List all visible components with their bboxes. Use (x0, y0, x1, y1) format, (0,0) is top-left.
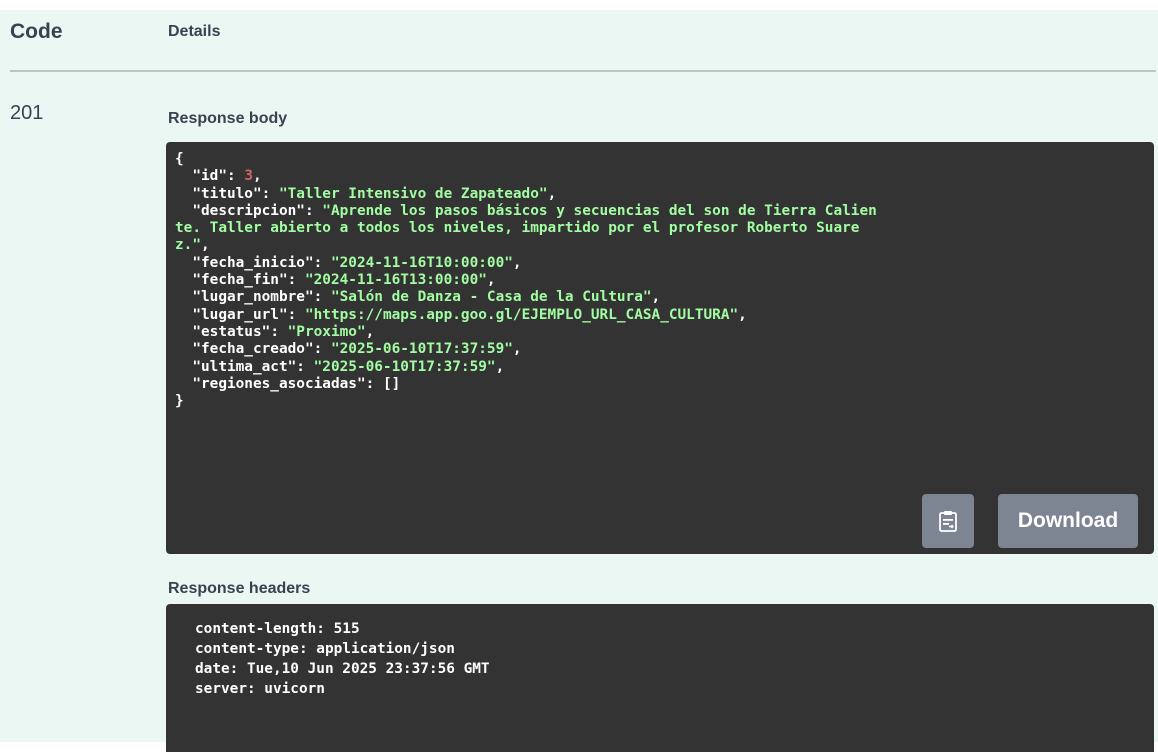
json-comma: , (738, 306, 747, 323)
json-key: "descripcion" (192, 202, 305, 219)
json-separator: : (226, 168, 245, 185)
response-status-code: 201 (10, 102, 44, 124)
response-body[interactable]: { "id": 3, "titulo": "Taller Intensivo d… (166, 142, 1154, 554)
json-comma: , (512, 341, 522, 358)
responses-table: Code Details 201 Response body { "id": 3… (0, 10, 1158, 752)
json-separator: : (287, 272, 305, 289)
response-headers-title: Response headers (168, 580, 311, 597)
json-separator: : (261, 185, 279, 202)
json-value: "Taller Intensivo de Zapateado" (278, 185, 548, 202)
clipboard-icon (939, 511, 957, 532)
json-key: "regiones_asociadas" (192, 375, 366, 392)
response-header-line: content-length: 515 (195, 621, 360, 637)
json-value: "2025-06-10T17:37:59" (313, 358, 496, 375)
json-comma: , (547, 185, 557, 202)
json-value: "2024-11-16T10:00:00" (330, 254, 513, 271)
response-header-line: date: Tue,10 Jun 2025 23:37:56 GMT (195, 661, 490, 677)
json-key: "lugar_url" (192, 306, 288, 323)
header-divider (10, 70, 1156, 72)
json-key: "lugar_nombre" (192, 289, 314, 306)
json-value: "2025-06-10T17:37:59" (330, 341, 513, 358)
response-headers[interactable]: content-length: 515 content-type: applic… (166, 604, 1154, 752)
json-key: "fecha_fin" (192, 272, 288, 289)
json-separator: : (365, 375, 383, 392)
response-header-line: server: uvicorn (195, 681, 325, 697)
json-value: "2024-11-16T13:00:00" (304, 272, 487, 289)
response-headers-code[interactable]: content-length: 515 content-type: applic… (195, 619, 1154, 699)
json-value: "Proximo" (287, 323, 366, 340)
json-comma: , (651, 289, 661, 306)
json-separator: : (313, 341, 331, 358)
code-column-header: Code (10, 20, 63, 43)
json-separator: : (304, 202, 323, 219)
json-separator: : (313, 254, 331, 271)
json-value: "https://maps.app.goo.gl/EJEMPLO_URL_CAS… (304, 306, 739, 323)
response-header-line: content-type: application/json (195, 641, 455, 657)
json-comma: , (486, 272, 496, 289)
json-key: "fecha_creado" (192, 341, 314, 358)
json-separator: : (287, 306, 305, 323)
json-comma: , (201, 237, 210, 254)
json-separator: : (270, 323, 288, 340)
json-key: "titulo" (192, 185, 262, 202)
json-key: "estatus" (192, 323, 271, 340)
copy-to-clipboard-button[interactable] (922, 494, 974, 548)
json-separator: : (296, 358, 314, 375)
json-comma: , (495, 358, 505, 375)
json-value: 3 (244, 168, 253, 185)
download-button[interactable]: Download (998, 494, 1138, 548)
json-comma: , (365, 323, 375, 340)
details-column-header: Details (168, 23, 221, 40)
json-open-brace: { (175, 151, 184, 167)
response-body-code[interactable]: { "id": 3, "titulo": "Taller Intensivo d… (175, 151, 1154, 410)
json-separator: : (313, 289, 331, 306)
json-key: "ultima_act" (192, 358, 297, 375)
json-comma: , (512, 254, 522, 271)
json-close-brace: } (175, 393, 184, 410)
response-body-title: Response body (168, 110, 288, 127)
json-key: "fecha_inicio" (192, 254, 314, 271)
json-value: "Salón de Danza - Casa de la Cultura" (330, 289, 652, 306)
json-comma: , (252, 168, 262, 185)
json-value: [] (382, 375, 401, 392)
json-key: "id" (192, 168, 227, 185)
